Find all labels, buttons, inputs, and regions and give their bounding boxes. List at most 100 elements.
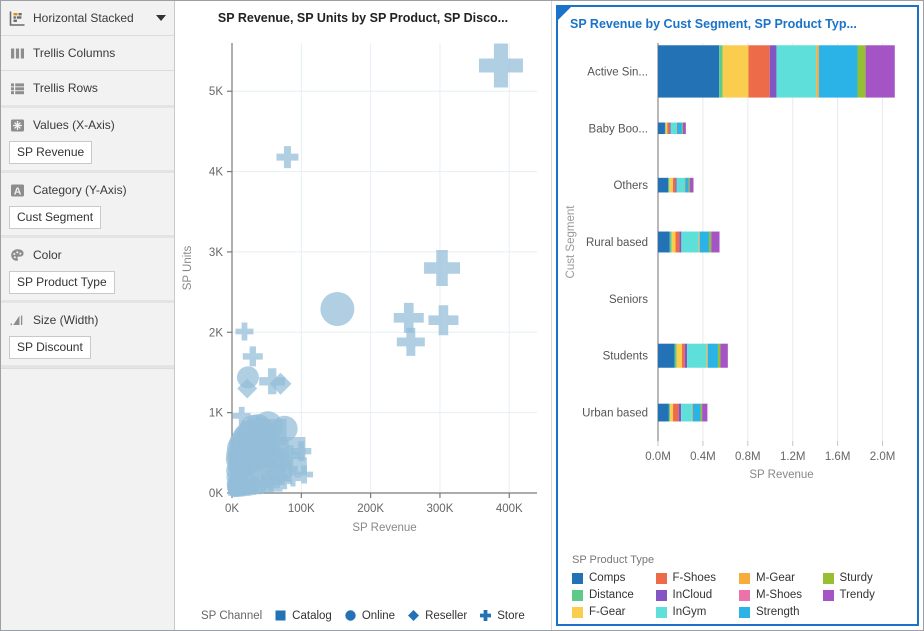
bar-segment[interactable]	[687, 343, 707, 368]
bar-segment[interactable]	[670, 403, 674, 422]
bar-segment[interactable]	[678, 403, 682, 422]
bar-segment[interactable]	[676, 177, 685, 193]
bar-segment[interactable]	[692, 403, 701, 422]
bar-segment[interactable]	[658, 177, 669, 193]
bar-segment[interactable]	[667, 122, 670, 135]
bar-segment[interactable]	[816, 45, 819, 98]
bar-segment[interactable]	[818, 45, 858, 98]
legend-item-online[interactable]: Online	[344, 609, 395, 622]
bar-segment[interactable]	[668, 403, 671, 422]
bar-segment[interactable]	[669, 231, 672, 253]
legend-item-sturdy[interactable]: Sturdy	[822, 572, 903, 584]
scatter-point[interactable]	[228, 486, 240, 498]
bar-segment[interactable]	[681, 231, 699, 253]
shelf-color[interactable]: Color SP Product Type	[1, 238, 174, 303]
bar-segment[interactable]	[658, 45, 720, 98]
bar-segment[interactable]	[669, 177, 673, 193]
scatter-panel[interactable]: SP Revenue, SP Units by SP Product, SP D…	[175, 1, 552, 630]
legend-item-distance[interactable]: Distance	[572, 589, 652, 601]
bar-segment[interactable]	[707, 343, 718, 368]
bar-segment[interactable]	[673, 403, 679, 422]
selected-panel-corner-marker	[558, 7, 571, 20]
bar-segment[interactable]	[674, 343, 677, 368]
bar-segment[interactable]	[676, 122, 682, 135]
bar-segment[interactable]	[658, 343, 675, 368]
field-chip-sp-product-type[interactable]: SP Product Type	[9, 271, 115, 294]
legend-item-store[interactable]: Store	[479, 609, 525, 622]
bar-segment[interactable]	[670, 122, 677, 135]
scatter-plot[interactable]: 0K 1K 2K 3K 4K 5K 0K 100K 200K 300K 400K SP Revenue…	[175, 29, 552, 549]
bar-segment[interactable]	[688, 177, 690, 193]
shelf-size-width[interactable]: Size (Width) SP Discount	[1, 303, 174, 368]
bar-segment[interactable]	[682, 122, 686, 135]
bar-segment[interactable]	[671, 231, 676, 253]
bar-segment[interactable]	[658, 122, 665, 135]
bar-segment[interactable]	[722, 45, 749, 98]
shelf-chart-type[interactable]: Horizontal Stacked	[1, 1, 174, 36]
bar-segment[interactable]	[684, 343, 688, 368]
chart-builder-window: Horizontal Stacked Trellis Columns Trell…	[0, 0, 924, 631]
bar-segment[interactable]	[700, 403, 703, 422]
shelf-values-x-axis[interactable]: Values (X-Axis) SP Revenue	[1, 108, 174, 173]
shelf-trellis-columns[interactable]: Trellis Columns	[1, 36, 174, 71]
bar-segment[interactable]	[685, 177, 689, 193]
bar-segment[interactable]	[664, 122, 666, 135]
bar-segment[interactable]	[698, 231, 700, 253]
bar-segment[interactable]	[720, 343, 728, 368]
legend-item-comps[interactable]: Comps	[572, 572, 652, 584]
bar-segment[interactable]	[658, 403, 669, 422]
bar-segment[interactable]	[699, 231, 709, 253]
bar-segment[interactable]	[675, 177, 677, 193]
bar-segment[interactable]	[708, 231, 712, 253]
bar-segment[interactable]	[689, 177, 694, 193]
bar-segment[interactable]	[665, 122, 668, 135]
legend-item-m-shoes[interactable]: M-Shoes	[739, 589, 819, 601]
bar-segment[interactable]	[681, 403, 692, 422]
bar-segment[interactable]	[669, 122, 671, 135]
chevron-down-icon[interactable]	[156, 15, 166, 21]
scatter-point[interactable]	[428, 305, 459, 336]
scatter-point[interactable]	[242, 346, 263, 367]
bar-segment[interactable]	[672, 177, 676, 193]
legend-item-f-shoes[interactable]: F-Shoes	[655, 572, 736, 584]
marimekko-chart[interactable]: Active Sin... Baby Boo... Others Rural base…	[558, 35, 917, 495]
scatter-point[interactable]	[424, 250, 461, 286]
bar-segment[interactable]	[676, 343, 683, 368]
bar-segment[interactable]	[706, 343, 708, 368]
legend-item-m-gear[interactable]: M-Gear	[739, 572, 819, 584]
bar-segment[interactable]	[675, 231, 680, 253]
bar-segment[interactable]	[748, 45, 770, 98]
scatter-point[interactable]	[235, 322, 254, 341]
chart-settings-sidebar: Horizontal Stacked Trellis Columns Trell…	[1, 1, 175, 630]
field-chip-cust-segment[interactable]: Cust Segment	[9, 206, 102, 229]
legend-item-catalog[interactable]: Catalog	[274, 609, 332, 622]
legend-item-incloud[interactable]: InCloud	[655, 589, 736, 601]
bar-segment[interactable]	[865, 45, 895, 98]
bar-segment[interactable]	[711, 231, 720, 253]
scatter-point[interactable]	[478, 43, 523, 88]
bar-segment[interactable]	[668, 177, 670, 193]
bar-segment[interactable]	[679, 231, 682, 253]
bar-segment[interactable]	[658, 231, 670, 253]
bar-segment[interactable]	[691, 403, 693, 422]
bar-segment[interactable]	[682, 343, 685, 368]
bar-segment[interactable]	[776, 45, 817, 98]
legend-item-reseller[interactable]: Reseller	[407, 609, 467, 622]
field-chip-sp-revenue[interactable]: SP Revenue	[9, 141, 93, 164]
marimekko-panel[interactable]: SP Revenue by Cust Segment, SP Product T…	[556, 5, 919, 626]
scatter-point[interactable]	[276, 146, 299, 169]
shelf-category-y-axis[interactable]: A Category (Y-Axis) Cust Segment	[1, 173, 174, 238]
shelf-trellis-rows[interactable]: Trellis Rows	[1, 71, 174, 108]
bar-segment[interactable]	[702, 403, 708, 422]
bar-segment[interactable]	[681, 122, 683, 135]
bar-segment[interactable]	[717, 343, 721, 368]
legend-item-ingym[interactable]: InGym	[655, 606, 736, 618]
bar-segment[interactable]	[719, 45, 723, 98]
legend-item-strength[interactable]: Strength	[739, 606, 819, 618]
bar-segment[interactable]	[857, 45, 866, 98]
legend-item-f-gear[interactable]: F-Gear	[572, 606, 652, 618]
field-chip-sp-discount[interactable]: SP Discount	[9, 336, 91, 359]
scatter-point[interactable]	[320, 291, 355, 326]
legend-item-trendy[interactable]: Trendy	[822, 589, 903, 601]
bar-segment[interactable]	[769, 45, 777, 98]
